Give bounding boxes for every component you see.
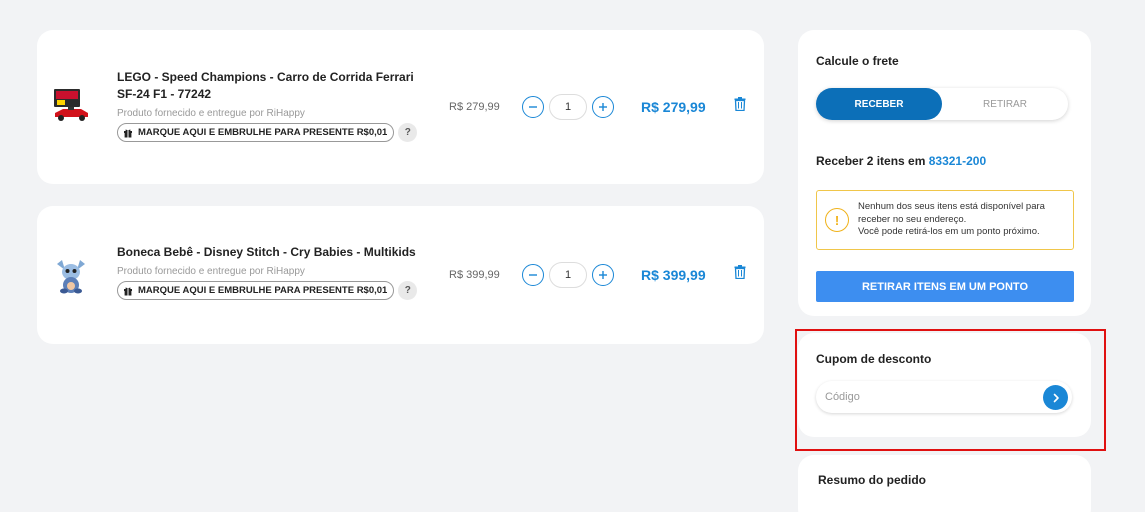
zip-code-link[interactable]: 83321-200 [929, 154, 986, 168]
apply-coupon-button[interactable] [1043, 385, 1068, 410]
unit-price: R$ 399,99 [449, 269, 500, 281]
chevron-right-icon [1053, 393, 1059, 402]
item-total-price: R$ 279,99 [641, 99, 706, 115]
minus-icon [529, 274, 537, 276]
gift-wrap-label: MARQUE AQUI E EMBRULHE PARA PRESENTE R$0… [138, 285, 388, 296]
plus-icon [599, 271, 607, 279]
plus-icon [599, 103, 607, 111]
coupon-title: Cupom de desconto [816, 352, 932, 366]
order-summary-card: Resumo do pedido [798, 455, 1091, 512]
gift-wrap-button[interactable]: MARQUE AQUI E EMBRULHE PARA PRESENTE R$0… [117, 123, 395, 142]
minus-icon [529, 106, 537, 108]
pickup-items-button[interactable]: RETIRAR ITENS EM UM PONTO [816, 271, 1074, 302]
coupon-card: Cupom de desconto [798, 333, 1091, 437]
gift-wrap-button[interactable]: MARQUE AQUI E EMBRULHE PARA PRESENTE R$0… [117, 281, 395, 300]
availability-alert: ! Nenhum dos seus itens está disponível … [816, 190, 1074, 250]
shipping-title: Calcule o frete [816, 54, 899, 68]
receive-summary: Receber 2 itens em 83321-200 [816, 154, 986, 168]
gift-wrap-row: MARQUE AQUI E EMBRULHE PARA PRESENTE R$0… [117, 123, 429, 142]
increase-quantity-button[interactable] [592, 264, 614, 286]
delivery-mode-toggle: RECEBER RETIRAR [816, 88, 1068, 120]
gift-help-button[interactable]: ? [398, 123, 418, 142]
cart-item-card: Boneca Bebê - Disney Stitch - Cry Babies… [37, 206, 764, 344]
lego-ferrari-car-icon[interactable] [49, 83, 93, 127]
summary-title: Resumo do pedido [818, 473, 926, 487]
alert-text: Nenhum dos seus itens está disponível pa… [858, 201, 1045, 239]
tab-pickup[interactable]: RETIRAR [942, 88, 1068, 120]
item-total-price: R$ 399,99 [641, 267, 706, 283]
stitch-doll-icon[interactable] [49, 254, 93, 298]
decrease-quantity-button[interactable] [522, 96, 544, 118]
quantity-input[interactable]: 1 [549, 262, 587, 288]
product-info: LEGO - Speed Champions - Carro de Corrid… [117, 69, 429, 142]
gift-wrap-label: MARQUE AQUI E EMBRULHE PARA PRESENTE R$0… [138, 127, 388, 138]
product-seller: Produto fornecido e entregue por RiHappy [117, 266, 305, 277]
tab-receive[interactable]: RECEBER [816, 88, 942, 120]
product-info: Boneca Bebê - Disney Stitch - Cry Babies… [117, 244, 429, 300]
quantity-input[interactable]: 1 [549, 94, 587, 120]
alert-line: Nenhum dos seus itens está disponível pa… [858, 201, 1045, 213]
increase-quantity-button[interactable] [592, 96, 614, 118]
warning-icon: ! [825, 208, 849, 232]
gift-icon [123, 286, 133, 296]
quantity-stepper: 1 [522, 94, 614, 120]
gift-wrap-row: MARQUE AQUI E EMBRULHE PARA PRESENTE R$0… [117, 281, 429, 300]
quantity-stepper: 1 [522, 262, 614, 288]
decrease-quantity-button[interactable] [522, 264, 544, 286]
shipping-calculator-card: Calcule o frete RECEBER RETIRAR Receber … [798, 30, 1091, 316]
unit-price: R$ 279,99 [449, 101, 500, 113]
coupon-field [816, 381, 1072, 413]
alert-line: Você pode retirá-los em um ponto próximo… [858, 226, 1040, 238]
product-seller: Produto fornecido e entregue por RiHappy [117, 108, 305, 119]
receive-prefix: Receber 2 itens em [816, 154, 926, 168]
coupon-input[interactable] [825, 391, 1025, 403]
gift-icon [123, 128, 133, 138]
product-name[interactable]: LEGO - Speed Champions - Carro de Corrid… [117, 69, 429, 103]
gift-help-button[interactable]: ? [398, 281, 418, 300]
cart-item-card: LEGO - Speed Champions - Carro de Corrid… [37, 30, 764, 184]
trash-icon[interactable] [734, 97, 746, 111]
alert-line: receber no seu endereço. [858, 213, 967, 225]
product-name[interactable]: Boneca Bebê - Disney Stitch - Cry Babies… [117, 244, 429, 261]
trash-icon[interactable] [734, 265, 746, 279]
